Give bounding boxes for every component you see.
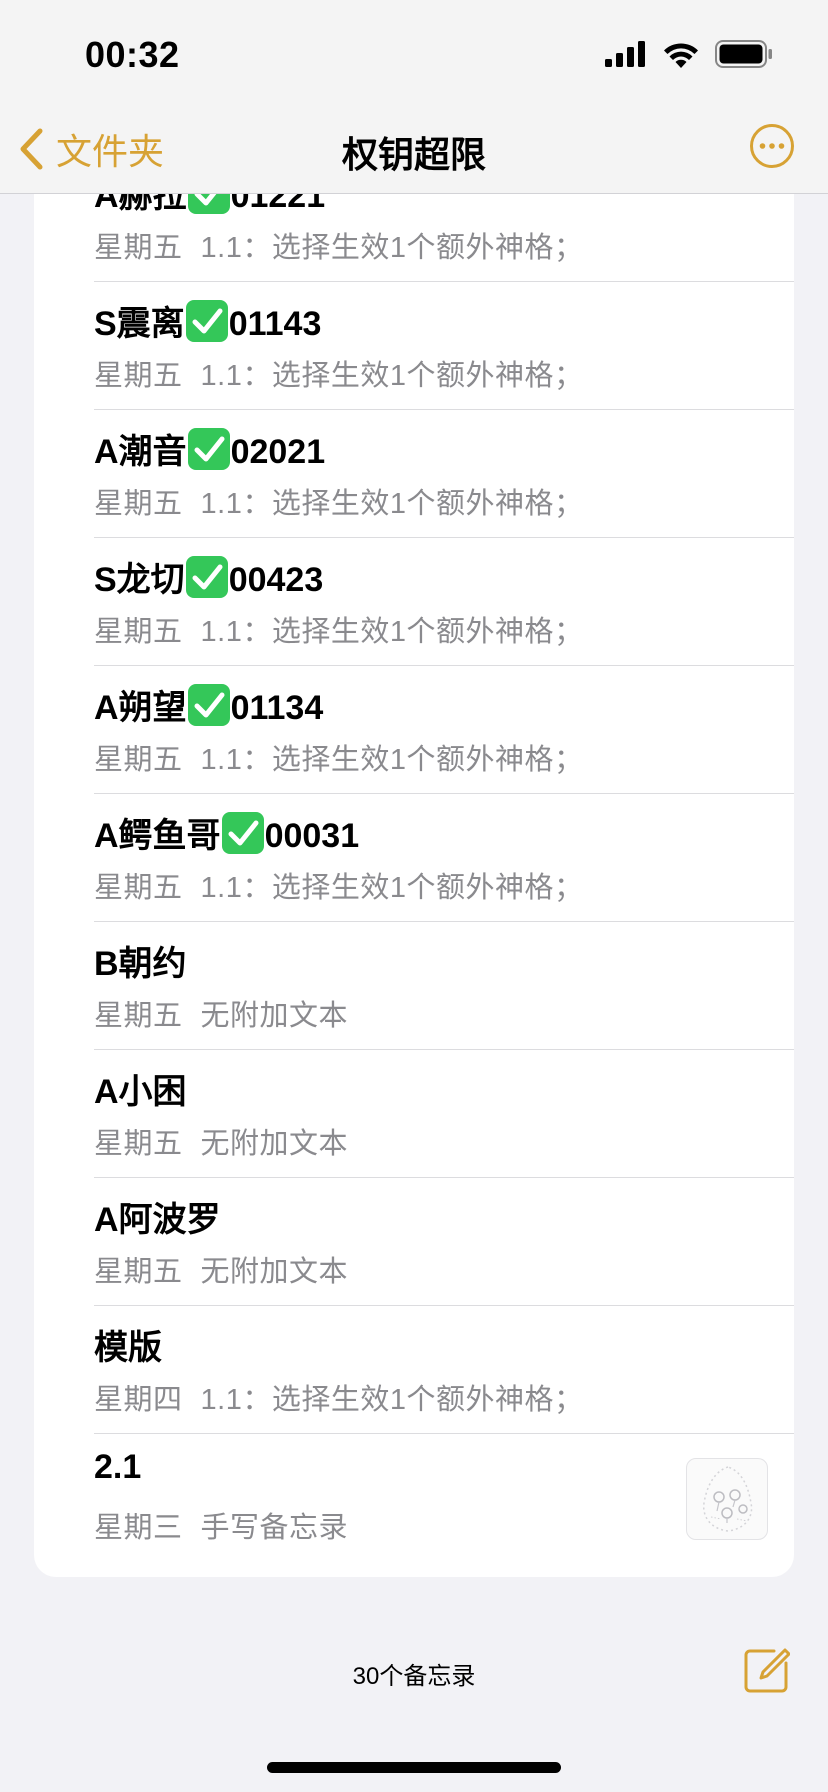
wifi-icon <box>664 42 698 68</box>
note-title: S龙切 00423 <box>94 552 323 601</box>
note-meta: 星期五 无附加文本 <box>94 1120 348 1162</box>
check-mark-icon <box>187 684 230 726</box>
note-title: B朝约 <box>94 945 187 983</box>
note-date: 星期三 <box>94 1512 183 1544</box>
bottom-toolbar: 30个备忘录 <box>0 1600 828 1740</box>
note-row[interactable]: 模版 星期四 1.1：选择生效1个额外神格； <box>34 1306 794 1434</box>
status-icons <box>605 40 773 68</box>
note-row[interactable]: A小困 星期五 无附加文本 <box>34 1050 794 1178</box>
check-mark-icon <box>187 194 230 214</box>
note-row[interactable]: A潮音 02021 星期五 1.1：选择生效1个额外神格； <box>34 410 794 538</box>
note-date: 星期五 <box>94 488 183 520</box>
note-preview: 1.1：选择生效1个额外神格； <box>200 360 584 392</box>
folder-title: 权钥超限 <box>341 134 486 175</box>
ellipsis-circle-icon[interactable] <box>749 123 795 169</box>
note-date: 星期四 <box>94 1384 183 1416</box>
note-row[interactable]: 2.1 星期三 手写备忘录 <box>34 1434 794 1562</box>
note-meta: 星期五 无附加文本 <box>94 1248 348 1290</box>
note-date: 星期五 <box>94 744 183 776</box>
note-count: 30个备忘录 <box>352 1663 476 1690</box>
note-title: A阿波罗 <box>94 1201 221 1239</box>
sketch-icon <box>703 1466 753 1532</box>
note-meta: 星期五 1.1：选择生效1个额外神格； <box>94 352 583 394</box>
note-title-name: A朔望 <box>94 689 187 727</box>
note-date: 星期五 <box>94 616 183 648</box>
note-preview: 1.1：选择生效1个额外神格； <box>200 744 584 776</box>
note-title-code: 01143 <box>228 305 322 343</box>
note-title: A赫拉 01221 <box>94 194 325 217</box>
note-meta: 星期四 1.1：选择生效1个额外神格； <box>94 1376 583 1418</box>
note-row[interactable]: S龙切 00423 星期五 1.1：选择生效1个额外神格； <box>34 538 794 666</box>
note-meta: 星期三 手写备忘录 <box>94 1504 348 1546</box>
note-title-code: 00423 <box>228 561 324 599</box>
note-title: 2.1 <box>94 1448 142 1486</box>
battery-icon <box>715 40 772 68</box>
check-mark-icon <box>185 556 228 598</box>
note-title-name: S龙切 <box>94 561 185 599</box>
note-meta: 星期五 1.1：选择生效1个额外神格； <box>94 608 583 650</box>
status-time: 00:32 <box>85 34 180 75</box>
note-date: 星期五 <box>94 1000 183 1032</box>
notes-screen: 00:32 文件夹 权钥超限 A赫拉 01221 星期五 1.1：选择生效1个额… <box>0 0 828 1792</box>
note-preview: 1.1：选择生效1个额外神格； <box>200 488 584 520</box>
note-date: 星期五 <box>94 1256 183 1288</box>
note-preview: 1.1：选择生效1个额外神格； <box>200 616 584 648</box>
note-title: S震离 01143 <box>94 296 321 345</box>
note-row[interactable]: S震离 01143 星期五 1.1：选择生效1个额外神格； <box>34 282 794 410</box>
note-title: A小困 <box>94 1073 187 1111</box>
note-title-name: A赫拉 <box>94 194 187 215</box>
note-meta: 星期五 无附加文本 <box>94 992 348 1034</box>
note-row[interactable]: A赫拉 01221 星期五 1.1：选择生效1个额外神格； <box>34 194 794 282</box>
note-title-code: 01134 <box>230 689 324 727</box>
note-preview: 1.1：选择生效1个额外神格； <box>200 872 584 904</box>
navigation-bar: 文件夹 权钥超限 <box>0 110 828 194</box>
check-mark-icon <box>187 428 230 470</box>
note-title-code: 02021 <box>230 433 326 471</box>
note-title-name: A鳄鱼哥 <box>94 817 221 855</box>
home-indicator[interactable] <box>267 1762 561 1773</box>
note-row[interactable]: A鳄鱼哥 00031 星期五 1.1：选择生效1个额外神格； <box>34 794 794 922</box>
compose-icon[interactable] <box>744 1647 790 1693</box>
note-title: A朔望 01134 <box>94 680 323 729</box>
note-preview: 无附加文本 <box>200 1256 349 1288</box>
note-date: 星期五 <box>94 360 183 392</box>
note-row[interactable]: B朝约 星期五 无附加文本 <box>34 922 794 1050</box>
check-mark-icon <box>185 300 228 342</box>
note-title-name: A潮音 <box>94 433 187 471</box>
note-meta: 星期五 1.1：选择生效1个额外神格； <box>94 864 583 906</box>
note-meta: 星期五 1.1：选择生效1个额外神格； <box>94 224 583 266</box>
note-title-name: S震离 <box>94 305 185 343</box>
note-preview: 1.1：选择生效1个额外神格； <box>200 232 584 264</box>
note-title: A鳄鱼哥 00031 <box>94 808 359 857</box>
note-title: A潮音 02021 <box>94 424 325 473</box>
handwriting-thumbnail <box>686 1458 768 1540</box>
cellular-signal-icon <box>605 41 645 67</box>
note-meta: 星期五 1.1：选择生效1个额外神格； <box>94 736 583 778</box>
note-preview: 1.1：选择生效1个额外神格； <box>200 1384 584 1416</box>
notes-list: A赫拉 01221 星期五 1.1：选择生效1个额外神格； S震离 01143 星期五… <box>34 194 794 1577</box>
note-date: 星期五 <box>94 1128 183 1160</box>
note-row[interactable]: A阿波罗 星期五 无附加文本 <box>34 1178 794 1306</box>
note-date: 星期五 <box>94 232 183 264</box>
note-preview: 无附加文本 <box>200 1000 349 1032</box>
note-preview: 无附加文本 <box>200 1128 349 1160</box>
note-title: 模版 <box>94 1329 162 1367</box>
status-bar: 00:32 <box>0 0 828 110</box>
note-row[interactable]: A朔望 01134 星期五 1.1：选择生效1个额外神格； <box>34 666 794 794</box>
note-title-code: 00031 <box>264 817 360 855</box>
note-date: 星期五 <box>94 872 183 904</box>
note-title-code: 01221 <box>230 194 326 215</box>
check-mark-icon <box>221 812 264 854</box>
note-meta: 星期五 1.1：选择生效1个额外神格； <box>94 480 583 522</box>
note-preview: 手写备忘录 <box>200 1512 349 1544</box>
